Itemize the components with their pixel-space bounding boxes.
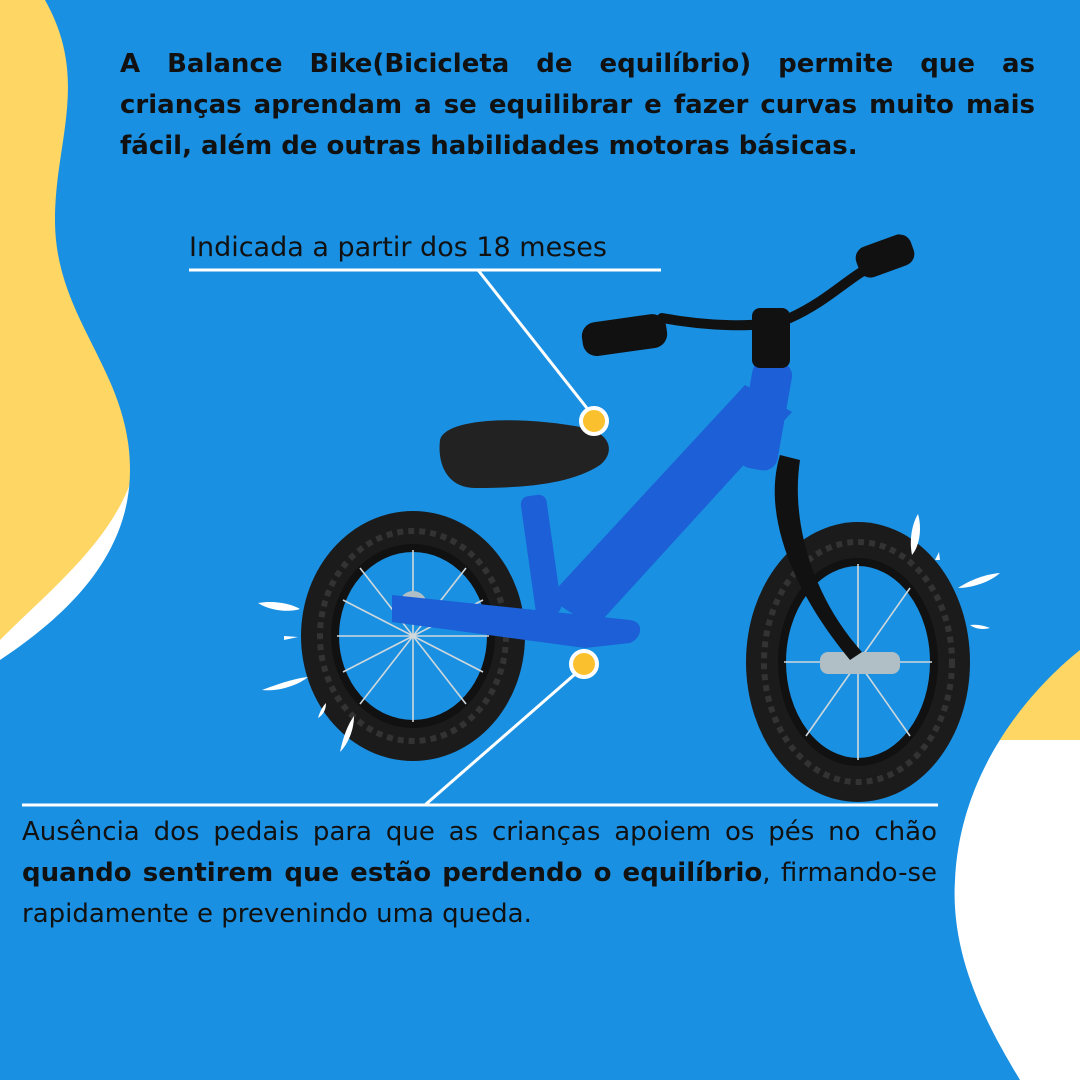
no-pedals-text-emphasis: quando sentirem que estão perdendo o equ… [22,858,763,888]
front-wheel [746,522,970,802]
rear-wheel [301,511,525,761]
callout-marker-bottom [569,649,599,679]
callout-marker-top [579,406,609,436]
age-callout-label: Indicada a partir dos 18 meses [189,232,607,263]
intro-paragraph: A Balance Bike(Bicicleta de equilíbrio) … [120,49,1035,161]
promo-card: A Balance Bike(Bicicleta de equilíbrio) … [0,0,1080,1080]
no-pedals-text-start: Ausência dos pedais para que as crianças… [22,817,937,847]
no-pedals-callout-text: Ausência dos pedais para que as crianças… [22,812,937,935]
